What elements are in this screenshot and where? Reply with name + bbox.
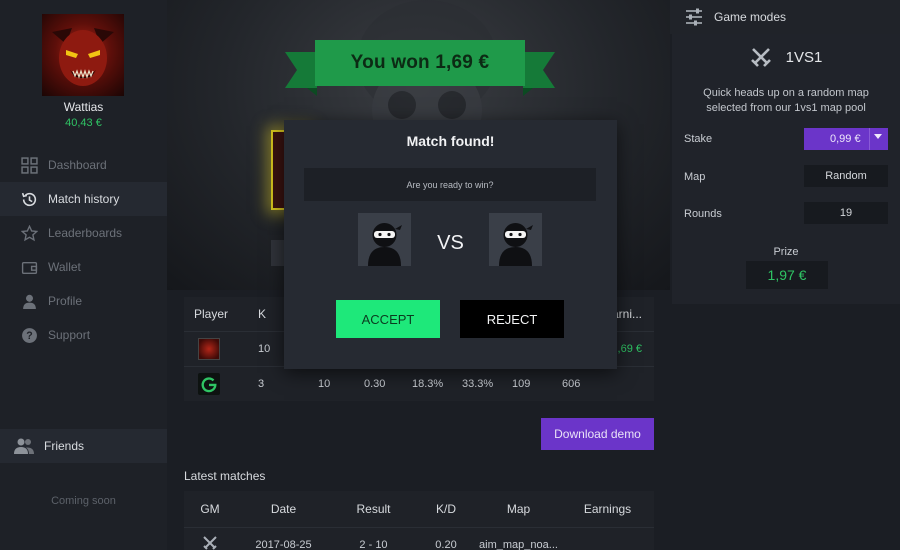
map-label: Map [684, 171, 706, 183]
cell-date: 2017-08-25 [255, 538, 312, 550]
vs-label: VS [437, 232, 464, 254]
cell-value: 0.30 [364, 378, 386, 390]
star-icon [20, 224, 38, 242]
sidebar-item-label: Leaderboards [48, 226, 123, 240]
column-header-earnings: Earnings [583, 502, 632, 516]
mode-title-row: 1VS1 [672, 46, 900, 68]
win-amount-text: You won 1,69 € [350, 52, 490, 73]
cell-value: 33.3% [462, 378, 494, 390]
username: Wattias [63, 100, 104, 114]
cell-value: 10 [318, 378, 331, 390]
help-icon: ? [20, 326, 38, 344]
g-logo-icon [201, 377, 217, 393]
friends-label: Friends [44, 439, 85, 453]
cell-k: 10 [258, 343, 271, 355]
cell-value: 606 [562, 378, 581, 390]
cell-kd: 0.20 [435, 538, 457, 550]
svg-text:?: ? [26, 330, 32, 342]
stake-label: Stake [684, 133, 713, 145]
panel-title: Game modes [714, 10, 787, 24]
player-avatar-right [489, 213, 542, 266]
sidebar-item-match-history[interactable]: Match history [0, 182, 167, 216]
sidebar-item-wallet[interactable]: Wallet [0, 250, 167, 284]
player-avatar [198, 373, 220, 395]
sidebar-item-support[interactable]: ? Support [0, 318, 167, 352]
column-header-kd: K/D [435, 502, 456, 516]
column-header-map: Map [506, 502, 531, 516]
ninja-icon [499, 223, 533, 266]
accept-button[interactable]: ACCEPT [336, 300, 440, 338]
column-header-gm: GM [200, 502, 220, 516]
friends-icon [13, 437, 35, 455]
panel-header: Game modes [670, 0, 900, 34]
cell-result: 2 - 10 [359, 538, 388, 550]
prize-label: Prize [773, 246, 799, 258]
cell-value: 18.3% [412, 378, 444, 390]
prize-value: 1,97 € [746, 261, 828, 289]
latest-matches-title: Latest matches [184, 469, 266, 483]
table-row[interactable]: 2017-08-25 2 - 10 0.20 aim_map_noa... [184, 527, 654, 550]
latest-matches-table: GM Date Result K/D Map Earnings 2017-08-… [184, 491, 654, 550]
cell-map: aim_map_noa... [479, 538, 558, 550]
map-value[interactable]: Random [804, 165, 888, 187]
ninja-icon [368, 223, 402, 266]
history-icon [20, 190, 38, 208]
crossed-swords-icon [750, 48, 771, 67]
sidebar-item-label: Support [48, 328, 91, 342]
modal-question: Are you ready to win? [304, 168, 596, 201]
friends-section[interactable]: Friends [0, 429, 167, 463]
coming-soon-text: Coming soon [51, 495, 116, 507]
match-found-modal: Match found! Are you ready to win? VS AC… [284, 120, 617, 369]
table-header: GM Date Result K/D Map Earnings [184, 491, 654, 527]
chevron-down-icon [874, 134, 882, 139]
rounds-label: Rounds [684, 208, 722, 220]
reject-button[interactable]: REJECT [460, 300, 564, 338]
player-avatar [198, 338, 220, 360]
sidebar: Wattias 40,43 € Dashboard Match history … [0, 0, 167, 550]
game-modes-panel: Game modes 1VS1 Quick heads up on a rand… [670, 0, 900, 550]
sidebar-item-label: Wallet [48, 260, 81, 274]
rounds-value[interactable]: 19 [804, 202, 888, 224]
stake-select[interactable]: 0,99 € [804, 128, 888, 150]
mode-name: 1VS1 [785, 48, 823, 66]
sidebar-item-leaderboards[interactable]: Leaderboards [0, 216, 167, 250]
player-avatar-left [358, 213, 411, 266]
crossed-swords-icon [203, 536, 217, 550]
user-icon [20, 292, 38, 310]
column-header-k: K [258, 307, 267, 321]
download-demo-button[interactable]: Download demo [541, 418, 654, 450]
game-mode-card: 1VS1 Quick heads up on a random map sele… [672, 34, 900, 304]
sidebar-item-dashboard[interactable]: Dashboard [0, 148, 167, 182]
modal-title: Match found! [406, 133, 495, 149]
sidebar-item-label: Match history [48, 192, 120, 206]
column-header-result: Result [356, 502, 391, 516]
sidebar-item-label: Dashboard [48, 158, 107, 172]
sidebar-item-profile[interactable]: Profile [0, 284, 167, 318]
grid-icon [20, 156, 38, 174]
cell-k: 3 [258, 378, 265, 390]
sidebar-nav: Dashboard Match history Leaderboards Wal… [0, 148, 167, 352]
avatar[interactable] [42, 14, 124, 96]
column-header-date: Date [270, 502, 297, 516]
sidebar-item-label: Profile [48, 294, 83, 308]
column-header-player: Player [194, 307, 229, 321]
sliders-icon [686, 8, 702, 26]
wallet-icon [20, 258, 38, 276]
cell-value: 109 [512, 378, 531, 390]
user-balance: 40,43 € [65, 117, 102, 129]
stake-value: 0,99 € [830, 133, 861, 145]
table-row[interactable]: 3 10 0.30 18.3% 33.3% 109 606 [184, 366, 654, 401]
mode-description: Quick heads up on a random map selected … [703, 87, 869, 114]
